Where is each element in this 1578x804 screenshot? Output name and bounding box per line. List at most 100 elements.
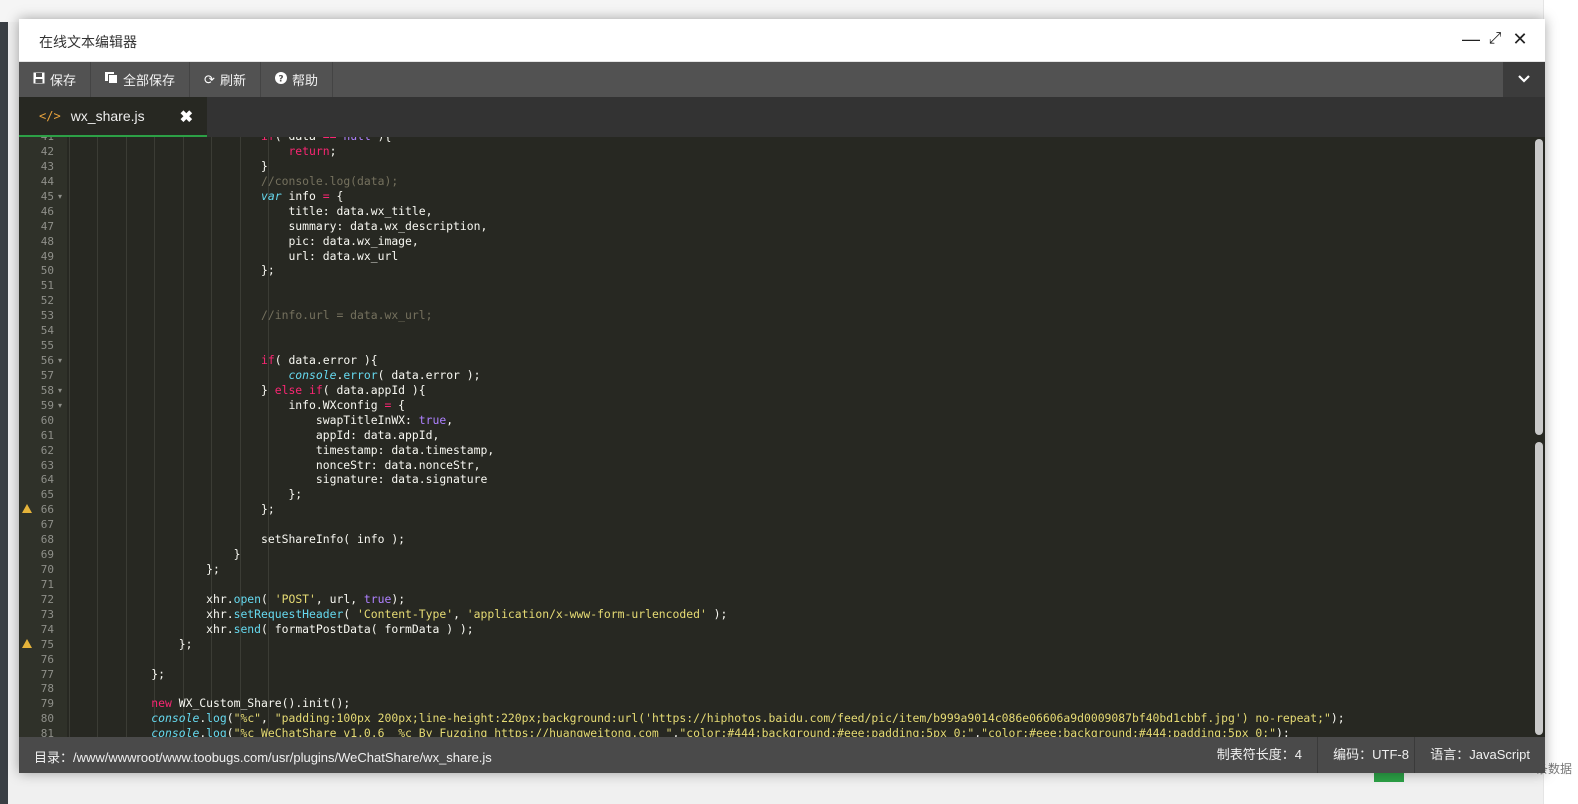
code-line: 55: [19, 338, 1529, 353]
line-number: 43: [40, 159, 54, 173]
line-number: 61: [40, 428, 54, 442]
code-line: 77 };: [19, 667, 1529, 682]
code-line: 73 xhr.setRequestHeader( 'Content-Type',…: [19, 607, 1529, 622]
save-label: 保存: [50, 73, 77, 88]
tab-size-indicator[interactable]: 制表符长度：4: [1202, 737, 1317, 773]
code-line: 43 }: [19, 159, 1529, 174]
code-line: 48 pic: data.wx_image,: [19, 234, 1529, 249]
line-number: 56: [40, 354, 54, 368]
scroll-thumb-lower[interactable]: [1535, 442, 1543, 735]
line-number: 55: [40, 339, 54, 353]
code-line: 59 ▾ info.WXconfig = {: [19, 398, 1529, 413]
code-line: 47 summary: data.wx_description,: [19, 219, 1529, 234]
code-line: 74 xhr.send( formatPostData( formData ) …: [19, 622, 1529, 637]
text-editor-dialog: 在线文本编辑器 — ⤢ ✕ 保存 全部保存 ⟳ 刷新 ? 帮助 </> wx_s…: [19, 19, 1545, 773]
tab-wx-share-js[interactable]: </> wx_share.js ✖: [19, 97, 207, 137]
background-pagination-active: [1374, 772, 1404, 782]
code-text: } else if( data.appId ){: [69, 382, 426, 397]
fold-toggle-icon[interactable]: ▾: [58, 189, 62, 204]
tab-close-icon[interactable]: ✖: [180, 107, 193, 127]
help-icon: ?: [274, 72, 287, 87]
collapse-toolbar-button[interactable]: [1503, 62, 1545, 97]
editor-toolbar: 保存 全部保存 ⟳ 刷新 ? 帮助: [19, 62, 1545, 97]
code-text: }: [69, 547, 241, 562]
help-button[interactable]: ? 帮助: [261, 62, 333, 97]
close-icon[interactable]: ✕: [1510, 29, 1530, 49]
fold-toggle-icon[interactable]: ▾: [58, 383, 62, 398]
code-line: 62 timestamp: data.timestamp,: [19, 443, 1529, 458]
scroll-thumb-upper[interactable]: [1535, 139, 1543, 435]
code-text: console.log("%c", "padding:100px 200px;l…: [151, 711, 1345, 726]
code-line: 46 title: data.wx_title,: [19, 204, 1529, 219]
editor-scrollbar[interactable]: [1533, 137, 1545, 737]
code-text: xhr.send( formatPostData( formData ) );: [69, 621, 474, 636]
code-line: 67: [19, 517, 1529, 532]
refresh-icon: ⟳: [204, 71, 215, 87]
code-line: 81 console.log("%c WeChatShare v1.0.6 %c…: [19, 726, 1529, 737]
code-text: swapTitleInWX: true,: [69, 412, 454, 427]
language-indicator[interactable]: 语言：JavaScript: [1414, 737, 1545, 773]
save-icon: [33, 72, 45, 87]
line-number: 59: [40, 398, 54, 412]
line-number: 79: [40, 697, 54, 711]
fold-toggle-icon[interactable]: ▾: [58, 353, 62, 368]
code-line: 50 };: [19, 263, 1529, 278]
svg-text:?: ?: [278, 75, 283, 85]
fold-toggle-icon[interactable]: ▾: [58, 398, 62, 413]
line-number: 47: [40, 219, 54, 233]
code-text: return;: [288, 144, 337, 158]
minimize-icon[interactable]: —: [1461, 29, 1481, 49]
line-number: 64: [40, 473, 54, 487]
help-label: 帮助: [291, 73, 318, 88]
line-number: 44: [40, 174, 54, 188]
code-text: };: [69, 636, 193, 651]
code-text: xhr.setRequestHeader( 'Content-Type', 'a…: [69, 606, 728, 621]
save-all-label: 全部保存: [123, 73, 176, 88]
code-text: if( data.error ){: [261, 353, 378, 368]
code-line: 72 xhr.open( 'POST', url, true);: [19, 592, 1529, 607]
code-line: 60 swapTitleInWX: true,: [19, 413, 1529, 428]
code-text: //info.url = data.wx_url;: [261, 308, 433, 323]
code-text: console.error( data.error );: [288, 367, 481, 382]
save-button[interactable]: 保存: [19, 62, 92, 97]
line-number: 65: [40, 488, 54, 502]
background-right-panel: [1543, 0, 1578, 804]
code-text: setShareInfo( info );: [69, 532, 406, 547]
code-icon: </>: [39, 109, 61, 123]
code-line: 52: [19, 293, 1529, 308]
code-line: 76: [19, 652, 1529, 667]
code-text: };: [69, 502, 275, 517]
line-number: 62: [40, 443, 54, 457]
code-line: 44 //console.log(data);: [19, 174, 1529, 189]
code-line: 69 }: [19, 547, 1529, 562]
chevron-down-icon: [1517, 71, 1531, 87]
code-line: 58 ▾ } else if( data.appId ){: [19, 383, 1529, 398]
code-text: }: [69, 158, 268, 173]
dialog-title: 在线文本编辑器: [39, 34, 137, 50]
refresh-button[interactable]: ⟳ 刷新: [190, 62, 261, 97]
warning-icon[interactable]: [22, 638, 32, 648]
background-sidebar: [0, 0, 8, 804]
line-number: 48: [40, 234, 54, 248]
line-number: 54: [40, 324, 54, 338]
warning-icon[interactable]: [22, 504, 32, 514]
line-number: 76: [40, 652, 54, 666]
file-tab-bar: </> wx_share.js ✖: [19, 97, 1545, 137]
code-line: 65 };: [19, 487, 1529, 502]
code-line: 71: [19, 577, 1529, 592]
file-path: 目录：/www/wwwroot/www.toobugs.com/usr/plug…: [34, 750, 492, 765]
editor-statusbar: 目录：/www/wwwroot/www.toobugs.com/usr/plug…: [19, 737, 1545, 773]
code-text: timestamp: data.timestamp,: [69, 442, 495, 457]
code-line: 51: [19, 278, 1529, 293]
line-number: 50: [40, 264, 54, 278]
save-all-button[interactable]: 全部保存: [91, 62, 191, 97]
code-line: 63 nonceStr: data.nonceStr,: [19, 458, 1529, 473]
encoding-indicator[interactable]: 编码：UTF-8: [1317, 737, 1424, 773]
dialog-titlebar: 在线文本编辑器 — ⤢ ✕: [19, 19, 1545, 62]
code-text: };: [69, 666, 166, 681]
line-number: 68: [40, 533, 54, 547]
code-editor[interactable]: 41 if( data == null ){ 42 return;43 }44 …: [19, 137, 1545, 737]
code-text: //console.log(data);: [261, 173, 399, 188]
maximize-icon[interactable]: ⤢: [1485, 29, 1505, 49]
code-line: 80 console.log("%c", "padding:100px 200p…: [19, 711, 1529, 726]
